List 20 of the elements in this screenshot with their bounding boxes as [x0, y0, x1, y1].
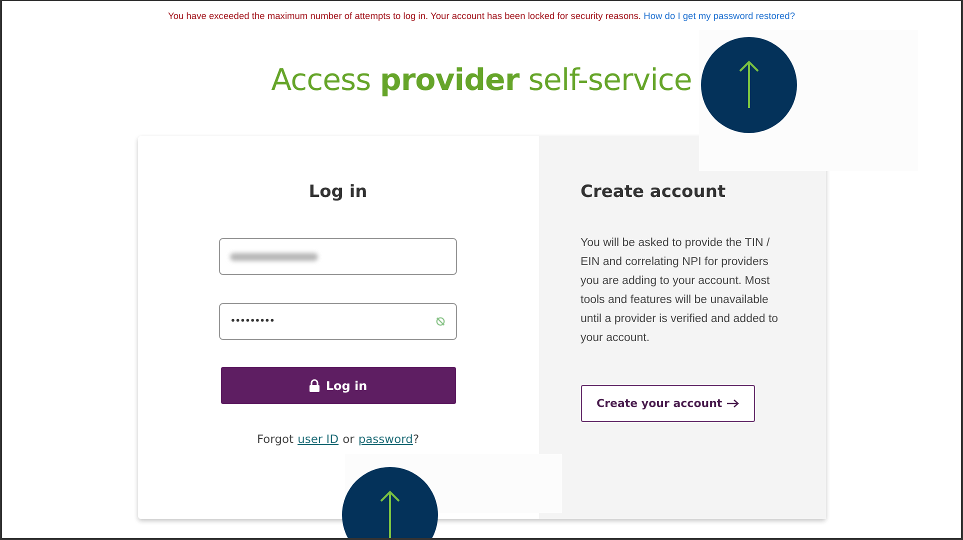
login-button[interactable]: Log in — [220, 367, 456, 404]
restore-password-link[interactable]: How do I get my password restored? — [644, 11, 796, 21]
or-text: or — [342, 432, 354, 446]
password-value: ••••••••• — [230, 316, 274, 327]
password-link[interactable]: password — [358, 432, 413, 446]
create-account-button[interactable]: Create your account — [580, 385, 756, 422]
user-id-link[interactable]: user ID — [298, 432, 339, 446]
username-field[interactable] — [219, 238, 457, 275]
create-account-heading: Create account — [580, 182, 727, 202]
arrow-up-icon — [739, 60, 759, 110]
lockout-alert-text: You have exceeded the maximum number of attempts to log in. Your account has been locked for security reasons. How do I get my password restored? — [168, 11, 796, 21]
create-account-description: You will be asked to provide the TIN / EIN and correlating NPI for providers you are adding to your account. Most tools and features will be unavailable until a provider is verified and added to your account. — [580, 236, 780, 346]
forgot-text: Forgot — [256, 432, 294, 446]
lock-icon — [308, 379, 320, 392]
password-field[interactable]: ••••••••• — [219, 303, 457, 340]
arrow-right-icon — [727, 399, 740, 408]
login-heading: Log in — [308, 182, 368, 202]
page-title: Access provider self-service — [271, 63, 692, 98]
arrow-up-icon — [380, 490, 400, 538]
question-mark-text: ? — [412, 432, 420, 446]
